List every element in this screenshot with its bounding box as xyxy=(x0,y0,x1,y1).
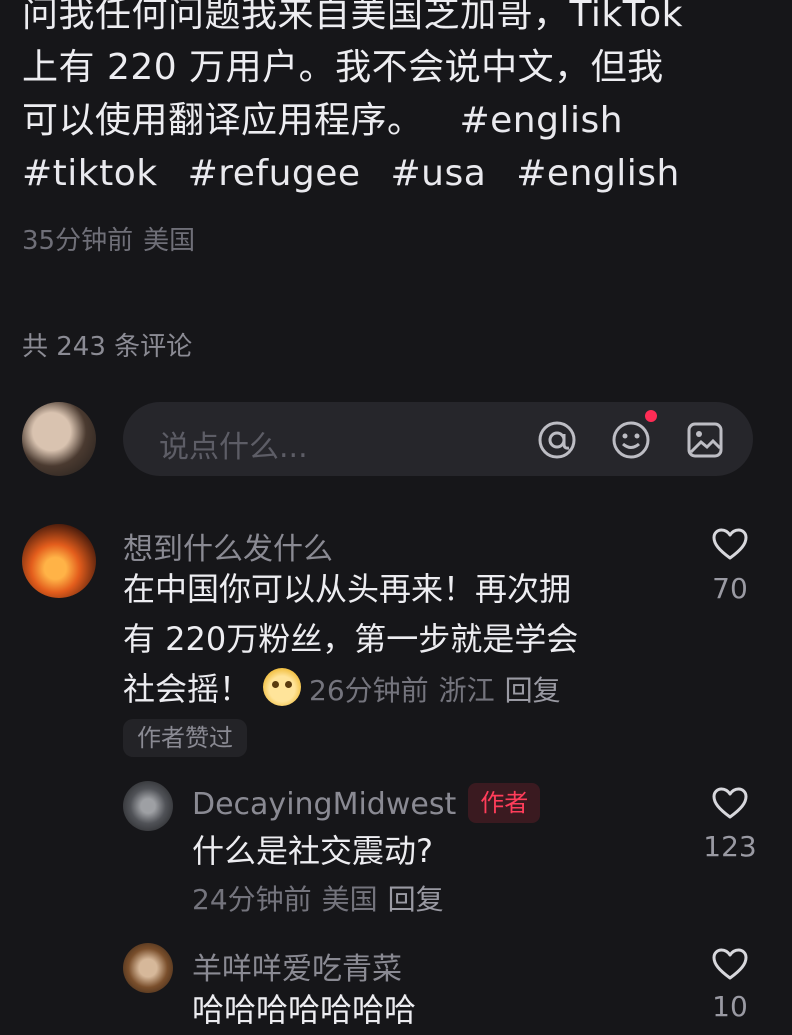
post-line-2: 上有 220 万用户。我不会说中文，但我 xyxy=(22,47,664,88)
my-avatar[interactable] xyxy=(22,402,96,476)
reply-body: 哈哈哈哈哈哈哈 xyxy=(192,991,417,1029)
author-tag: 作者 xyxy=(468,783,541,823)
comment-line-2: 有 220万粉丝，第一步就是学会 xyxy=(123,620,579,658)
comment-body: 在中国你可以从头再来！再次拥 有 220万粉丝，第一步就是学会 社会摇！ 26分钟… xyxy=(123,564,683,716)
emoji-sticker-icon xyxy=(263,668,302,706)
emoji-icon[interactable] xyxy=(611,420,651,460)
reply-username[interactable]: 羊咩咩爱吃青菜 xyxy=(192,944,402,988)
like-count: 70 xyxy=(712,572,748,605)
comment-line-1: 在中国你可以从头再来！再次拥 xyxy=(123,570,572,608)
comment-line-3-text: 社会摇！ xyxy=(123,670,252,708)
hashtag-english-2[interactable]: #english xyxy=(516,153,680,194)
hashtag-tiktok[interactable]: #tiktok xyxy=(22,153,158,194)
heart-icon[interactable] xyxy=(711,786,749,820)
commenter-username[interactable]: 想到什么发什么 xyxy=(123,524,333,568)
commenter-avatar[interactable] xyxy=(22,524,96,598)
reply-meta: 24分钟前 美国 回复 xyxy=(192,878,444,918)
notification-dot xyxy=(645,410,657,422)
hashtag-usa[interactable]: #usa xyxy=(391,153,487,194)
heart-icon[interactable] xyxy=(711,947,749,981)
post-line-3: 可以使用翻译应用程序。 #english xyxy=(22,94,762,147)
hashtag-english[interactable]: #english xyxy=(459,100,623,141)
post-body: 问我任何问题我来自美国芝加哥，TikTok 上有 220 万用户。我不会说中文，… xyxy=(22,0,762,200)
image-icon[interactable] xyxy=(685,420,725,460)
heart-icon[interactable] xyxy=(711,527,749,561)
post-time: 35分钟前 xyxy=(22,226,134,256)
comment-input[interactable]: 说点什么... xyxy=(159,422,308,466)
comment-line-3: 社会摇！ 26分钟前 浙江 回复 xyxy=(123,664,683,716)
reply-username[interactable]: DecayingMidwest xyxy=(192,787,456,822)
comment-composer[interactable]: 说点什么... xyxy=(123,402,753,476)
reply-avatar[interactable] xyxy=(123,781,173,831)
post-line-1: 问我任何问题我来自美国芝加哥，TikTok xyxy=(22,0,683,35)
comment-location: 浙江 xyxy=(438,674,495,707)
hashtag-row: #tiktok #refugee #usa #english xyxy=(22,147,762,200)
reply-location: 美国 xyxy=(321,883,378,916)
reply-username-row: DecayingMidwest 作者 xyxy=(192,783,541,823)
reply-time: 24分钟前 xyxy=(192,883,312,916)
reply-body: 什么是社交震动? xyxy=(192,832,433,870)
author-liked-badge: 作者赞过 xyxy=(123,719,247,757)
like-count: 123 xyxy=(703,830,757,863)
post-line-3-text: 可以使用翻译应用程序。 xyxy=(22,100,424,141)
post-location: 美国 xyxy=(143,226,196,256)
reply-avatar[interactable] xyxy=(123,943,173,993)
comment-meta: 26分钟前 浙江 回复 xyxy=(309,674,561,707)
post-meta: 35分钟前 美国 xyxy=(22,220,195,257)
reply-button[interactable]: 回复 xyxy=(388,883,444,916)
reply-button[interactable]: 回复 xyxy=(505,674,561,707)
hashtag-refugee[interactable]: #refugee xyxy=(188,153,361,194)
comment-count: 共 243 条评论 xyxy=(22,332,193,362)
mention-icon[interactable] xyxy=(537,420,577,460)
comment-time: 26分钟前 xyxy=(309,674,429,707)
like-count: 10 xyxy=(712,990,748,1023)
